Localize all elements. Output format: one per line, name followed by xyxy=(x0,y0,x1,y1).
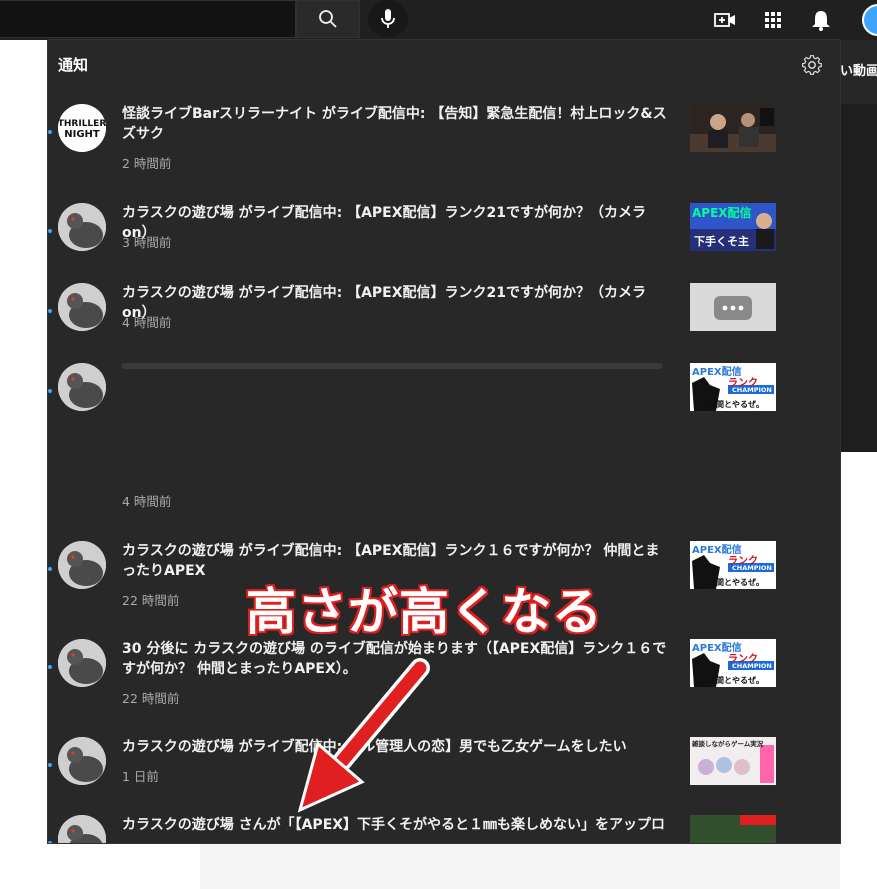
unread-dot xyxy=(48,763,52,767)
settings-button[interactable] xyxy=(800,53,824,77)
pigeon-avatar xyxy=(58,541,106,589)
video-thumbnail[interactable]: APEX配信 ランク CHAMPION 仲間とやるぜ。 xyxy=(690,363,776,411)
notification-time: 22 時間前 xyxy=(122,593,180,608)
annotation-label: 高さが高くなる xyxy=(245,582,604,643)
create-button[interactable] xyxy=(713,8,737,32)
notification-time: 2 時間前 xyxy=(122,156,172,171)
video-thumbnail[interactable] xyxy=(690,283,776,331)
svg-text:THRILLER: THRILLER xyxy=(58,119,106,129)
video-thumbnail[interactable]: APEX配信 ランク CHAMPION 仲間とやるぜ。 xyxy=(690,541,776,589)
more-dots-icon xyxy=(690,283,776,331)
video-create-icon xyxy=(714,13,735,27)
thumbnail-champion: CHAMPION xyxy=(732,564,772,572)
unread-dot xyxy=(48,389,52,393)
pigeon-avatar xyxy=(58,815,106,843)
video-thumbnail[interactable]: APEX配信 ランク CHAMPION 仲間とやるぜ。 xyxy=(690,639,776,687)
unread-dot xyxy=(48,229,52,233)
background-bottom xyxy=(200,843,840,889)
channel-avatar[interactable] xyxy=(58,541,106,589)
notification-time: 4 時間前 xyxy=(122,494,172,509)
pigeon-avatar xyxy=(58,737,106,785)
thriller-night-logo: THRILLER NIGHT xyxy=(58,104,106,152)
unread-dot xyxy=(48,130,52,134)
svg-text:NIGHT: NIGHT xyxy=(64,129,100,140)
video-thumbnail[interactable]: 雑談しながらゲーム実況 xyxy=(690,737,776,785)
search-icon xyxy=(319,10,337,28)
panel-title: 通知 xyxy=(58,56,89,74)
notification-time: 22 時間前 xyxy=(122,691,180,706)
live-studio-thumbnail xyxy=(690,104,776,152)
panel-header: 通知 xyxy=(48,40,840,88)
thumbnail-champion: CHAMPION xyxy=(732,662,772,670)
unread-dot xyxy=(48,567,52,571)
notification-time: 1 日前 xyxy=(122,769,159,784)
search-input[interactable] xyxy=(0,0,296,38)
pigeon-avatar xyxy=(58,363,106,411)
pigeon-avatar xyxy=(58,283,106,331)
pigeon-avatar xyxy=(58,203,106,251)
apps-grid-icon xyxy=(765,12,781,28)
thumbnail-label-bottom: 仲間とやるぜ。 xyxy=(708,676,764,685)
apex-gameplay-thumbnail xyxy=(690,815,776,843)
notification-time: 3 時間前 xyxy=(122,235,172,250)
gear-icon xyxy=(802,55,822,75)
annotation-arrow-icon xyxy=(297,658,430,813)
search-button[interactable] xyxy=(296,0,360,38)
channel-avatar[interactable] xyxy=(58,737,106,785)
notification-text: カラスクの遊び場 がライブ配信中: 【APEX配信】ランク21ですが何か？（カメ… xyxy=(122,285,647,321)
top-bar xyxy=(0,0,877,40)
thumbnail-champion: CHAMPION xyxy=(732,386,772,394)
pigeon-avatar xyxy=(58,639,106,687)
video-thumbnail[interactable]: APEX配信 下手くそ主 xyxy=(690,203,776,251)
account-avatar[interactable] xyxy=(862,4,877,36)
thumbnail-label-bottom: 下手くそ主 xyxy=(694,235,749,248)
channel-avatar[interactable] xyxy=(58,815,106,843)
channel-avatar[interactable]: THRILLER NIGHT xyxy=(58,104,106,152)
notifications-button[interactable] xyxy=(809,8,833,32)
channel-avatar[interactable] xyxy=(58,203,106,251)
thumbnail-label-top: APEX配信 xyxy=(692,206,752,220)
thumbnail-label-bottom: 仲間とやるぜ。 xyxy=(708,400,764,409)
channel-avatar[interactable] xyxy=(58,283,106,331)
notification-text: 怪談ライブBarスリラーナイト がライブ配信中: 【告知】緊急生配信！村上ロック… xyxy=(122,106,667,142)
notification-text: カラスクの遊び場 がライブ配信中: 【APEX配信】ランク21ですが何か？（カメ… xyxy=(122,205,647,241)
thumbnail-label-bottom: 仲間とやるぜ。 xyxy=(708,578,764,587)
text-placeholder-line xyxy=(122,363,662,369)
background-heading: い動画の xyxy=(840,40,877,104)
video-thumbnail[interactable] xyxy=(690,815,776,843)
unread-dot xyxy=(48,665,52,669)
bell-icon xyxy=(812,11,830,31)
channel-avatar[interactable] xyxy=(58,363,106,411)
notification-time: 4 時間前 xyxy=(122,315,172,330)
thumbnail-label-top: 雑談しながらゲーム実況 xyxy=(692,740,764,748)
unread-dot xyxy=(48,309,52,313)
mic-icon xyxy=(381,9,395,28)
channel-avatar[interactable] xyxy=(58,639,106,687)
video-thumbnail[interactable] xyxy=(690,104,776,152)
voice-search-button[interactable] xyxy=(368,0,408,38)
apps-button[interactable] xyxy=(761,8,785,32)
unread-dot xyxy=(48,841,52,843)
